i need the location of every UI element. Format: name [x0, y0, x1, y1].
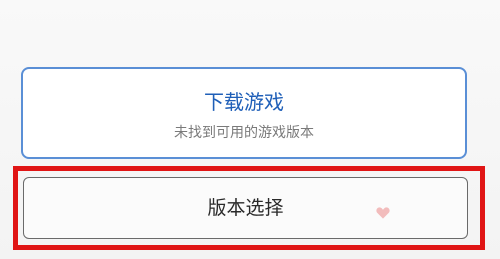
download-game-status: 未找到可用的游戏版本 [174, 125, 314, 141]
launcher-panel: 下载游戏 未找到可用的游戏版本 版本选择 [0, 0, 500, 259]
download-game-title: 下载游戏 [204, 90, 284, 114]
download-game-button[interactable]: 下载游戏 未找到可用的游戏版本 [21, 67, 467, 159]
version-select-button[interactable]: 版本选择 [23, 177, 468, 239]
version-select-label: 版本选择 [207, 197, 284, 219]
